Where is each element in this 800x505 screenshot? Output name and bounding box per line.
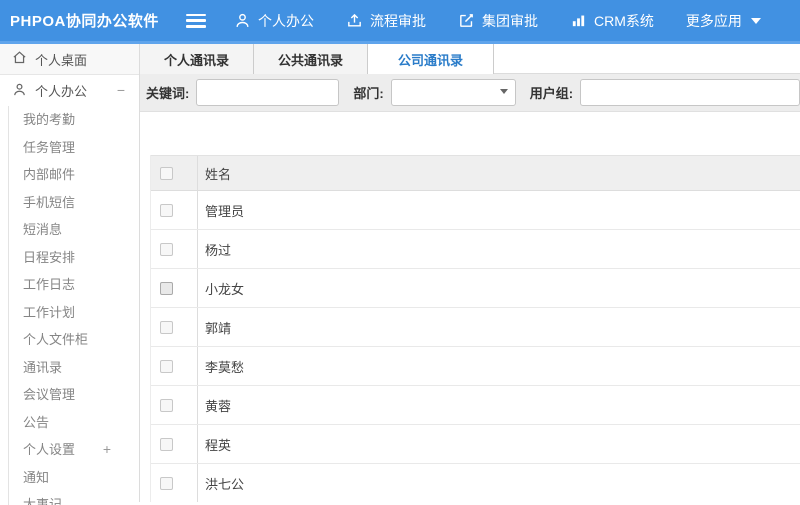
sidebar-item-personal-settings[interactable]: 个人设置 + (9, 436, 139, 464)
nav-item-crm-system[interactable]: CRM系统 (570, 11, 654, 31)
table-row[interactable]: 杨过 (151, 230, 800, 269)
nav-item-label: 集团审批 (482, 12, 538, 29)
sidebar-item-memorabilia[interactable]: 大事记 (9, 491, 139, 505)
sidebar-item-announcement[interactable]: 公告 (9, 409, 139, 437)
usergroup-label: 用户组: (529, 86, 574, 101)
table-header-row: 姓名 (151, 155, 800, 191)
contact-name: 管理员 (205, 203, 245, 219)
row-checkbox[interactable] (160, 320, 173, 334)
contact-name: 李莫愁 (205, 359, 245, 375)
person-icon (234, 12, 251, 29)
contacts-table: 姓名 管理员 杨过 小龙女 郭靖 李莫愁 黄蓉 程英 洪七公 (150, 155, 800, 502)
caret-down-icon (499, 89, 508, 94)
sidebar-item-personal-desktop[interactable]: 个人桌面 (0, 44, 139, 75)
table-row[interactable]: 程英 (151, 425, 800, 464)
sidebar-item-work-log[interactable]: 工作日志 (9, 271, 139, 299)
nav-item-label: 流程审批 (370, 12, 426, 29)
contact-name: 郭靖 (205, 320, 232, 336)
nav-item-group-approval[interactable]: 集团审批 (458, 11, 538, 31)
nav-item-workflow-approval[interactable]: 流程审批 (346, 11, 426, 31)
table-row[interactable]: 管理员 (151, 191, 800, 230)
sidebar-item-label: 个人办公 (35, 84, 88, 99)
sidebar-item-meeting-management[interactable]: 会议管理 (9, 381, 139, 409)
department-select[interactable] (390, 79, 516, 106)
sidebar: 个人桌面 个人办公 − 我的考勤 任务管理 内部邮件 手机短信 短消息 日程安排… (0, 44, 140, 505)
sidebar-item-label: 个人桌面 (35, 52, 88, 68)
nav-item-label: CRM系统 (594, 12, 654, 29)
sidebar-item-sms[interactable]: 手机短信 (9, 189, 139, 217)
sidebar-item-work-plan[interactable]: 工作计划 (9, 299, 139, 327)
row-checkbox[interactable] (160, 203, 173, 217)
table-row[interactable]: 郭靖 (151, 308, 800, 347)
header-checkbox-cell (151, 156, 198, 190)
contact-name: 程英 (205, 437, 232, 453)
department-label: 部门: (353, 86, 384, 101)
nav-item-more-apps[interactable]: 更多应用 (686, 11, 761, 31)
sidebar-item-schedule[interactable]: 日程安排 (9, 244, 139, 272)
sidebar-item-task-management[interactable]: 任务管理 (9, 134, 139, 162)
contact-name: 洪七公 (205, 476, 245, 492)
bar-chart-icon (570, 12, 587, 29)
contact-name: 杨过 (205, 242, 232, 258)
tab-personal-contacts[interactable]: 个人通讯录 (140, 44, 255, 74)
sidebar-item-notification[interactable]: 通知 (9, 464, 139, 492)
edit-icon (458, 12, 475, 29)
home-icon (12, 50, 27, 68)
top-nav-menu: 个人办公 流程审批 集团审批 CRM系统 更多应用 (234, 11, 761, 31)
sidebar-item-contacts[interactable]: 通讯录 (9, 354, 139, 382)
select-all-checkbox[interactable] (160, 166, 173, 180)
tab-company-contacts[interactable]: 公司通讯录 (368, 44, 495, 74)
usergroup-input[interactable] (580, 79, 800, 106)
row-checkbox[interactable] (160, 359, 173, 373)
nav-item-personal-office[interactable]: 个人办公 (234, 11, 314, 31)
row-checkbox[interactable] (160, 398, 173, 412)
table-row[interactable]: 李莫愁 (151, 347, 800, 386)
table-row[interactable]: 黄蓉 (151, 386, 800, 425)
sidebar-item-attendance[interactable]: 我的考勤 (9, 106, 139, 134)
nav-item-label: 更多应用 (685, 12, 742, 29)
caret-down-icon (750, 17, 761, 24)
contact-name: 小龙女 (205, 281, 245, 297)
expand-icon[interactable]: + (103, 436, 111, 464)
nav-item-label: 个人办公 (258, 12, 314, 29)
table-row[interactable]: 小龙女 (151, 269, 800, 308)
collapse-icon[interactable]: − (117, 82, 125, 98)
row-checkbox[interactable] (160, 437, 173, 451)
sidebar-item-internal-mail[interactable]: 内部邮件 (9, 161, 139, 189)
name-column-header: 姓名 (205, 166, 232, 182)
flow-icon (346, 12, 363, 29)
top-navbar: PHPOA协同办公软件 个人办公 流程审批 集团审批 CRM系统 更多应用 (0, 0, 800, 44)
app-title: PHPOA协同办公软件 (10, 13, 159, 30)
sidebar-item-short-message[interactable]: 短消息 (9, 216, 139, 244)
contact-name: 黄蓉 (205, 398, 232, 414)
tab-strip: 个人通讯录 公共通讯录 公司通讯录 (140, 44, 800, 74)
menu-icon[interactable] (186, 13, 206, 28)
content-spacer (140, 112, 800, 155)
main-content: 个人通讯录 公共通讯录 公司通讯录 关键词: 部门: 用户组: 姓名 管理员 杨… (140, 44, 800, 502)
sidebar-item-file-cabinet[interactable]: 个人文件柜 (9, 326, 139, 354)
row-checkbox[interactable] (160, 242, 173, 256)
sidebar-item-personal-office[interactable]: 个人办公 − (0, 75, 139, 106)
table-row[interactable]: 洪七公 (151, 464, 800, 502)
sidebar-submenu: 我的考勤 任务管理 内部邮件 手机短信 短消息 日程安排 工作日志 工作计划 个… (8, 106, 139, 505)
person-icon (12, 82, 27, 100)
filter-bar: 关键词: 部门: 用户组: (140, 74, 800, 112)
tab-public-contacts[interactable]: 公共通讯录 (254, 44, 369, 74)
keyword-label: 关键词: (146, 86, 190, 101)
row-checkbox[interactable] (160, 281, 173, 295)
keyword-input[interactable] (196, 79, 340, 106)
row-checkbox[interactable] (160, 476, 173, 490)
